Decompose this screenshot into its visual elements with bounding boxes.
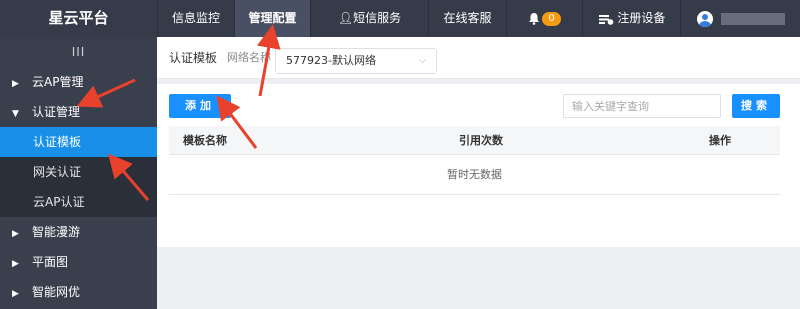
template-table: 模板名称 引用次数 操作 暂时无数据 [169, 126, 780, 195]
nav-notifications[interactable]: 0 [507, 0, 583, 37]
notification-badge: 0 [542, 11, 561, 26]
nav-online-service[interactable]: 在线客服 [429, 0, 507, 37]
caret-right-icon: ▶ [12, 259, 19, 269]
sidebar-item-network-optimize[interactable]: ▶ 智能网优 [0, 277, 157, 307]
nav-info-monitor[interactable]: 信息监控 [157, 0, 235, 37]
sidebar-item-label: 认证管理 [32, 105, 81, 119]
username-blurred [720, 12, 785, 25]
device-register-icon [598, 14, 613, 25]
caret-down-icon: ▼ [12, 109, 19, 119]
network-select-value: 577923-默认网络 [286, 54, 376, 67]
sidebar-item-label: 智能漫游 [32, 225, 81, 239]
sidebar-item-auth-manage[interactable]: ▼ 认证管理 [0, 97, 157, 127]
sidebar-item-smart-roaming[interactable]: ▶ 智能漫游 [0, 217, 157, 247]
chevron-down-icon: ⌵ [419, 56, 426, 66]
column-actions: 操作 [709, 134, 731, 147]
nav-sms-label: 短信服务 [353, 11, 402, 25]
page-title: 认证模板 [169, 51, 218, 65]
sidebar-item-label: 智能网优 [32, 285, 81, 299]
nav-register-device[interactable]: 注册设备 [583, 0, 681, 37]
sidebar: III ▶ 云AP管理 ▼ 认证管理 认证模板 网关认证 云AP认证 ▶ 智能漫游 ▶… [0, 37, 157, 309]
main-content: 认证模板 网络名称 577923-默认网络 ⌵ 添加 搜索 模板名称 引用次数 … [157, 37, 800, 309]
bell-icon [529, 13, 540, 25]
sidebar-item-label: 平面图 [32, 255, 69, 269]
avatar [696, 10, 713, 27]
add-button[interactable]: 添加 [169, 94, 231, 118]
sidebar-subitem-auth-template[interactable]: 认证模板 [0, 127, 157, 157]
sidebar-item-label: 云AP管理 [32, 75, 84, 89]
table-header: 模板名称 引用次数 操作 [169, 126, 780, 155]
brand-title: 星云平台 [48, 9, 109, 27]
search-input[interactable] [563, 94, 721, 118]
sidebar-item-cloud-ap[interactable]: ▶ 云AP管理 [0, 67, 157, 97]
network-select[interactable]: 577923-默认网络 ⌵ [275, 48, 437, 74]
caret-right-icon: ▶ [12, 79, 19, 89]
sidebar-item-floor-plan[interactable]: ▶ 平面图 [0, 247, 157, 277]
filter-bar: 认证模板 网络名称 577923-默认网络 ⌵ [157, 37, 800, 79]
sidebar-collapse-toggle[interactable]: III [0, 37, 157, 67]
user-icon: 👤︎ [337, 11, 354, 25]
search-button[interactable]: 搜索 [732, 94, 780, 118]
table-empty-state: 暂时无数据 [169, 155, 780, 195]
nav-user-menu[interactable] [681, 0, 800, 37]
sidebar-subitem-cloud-ap-auth[interactable]: 云AP认证 [0, 187, 157, 217]
caret-right-icon: ▶ [12, 289, 19, 299]
caret-right-icon: ▶ [12, 229, 19, 239]
nav-register-label: 注册设备 [617, 11, 666, 25]
column-reference-count: 引用次数 [459, 134, 503, 147]
template-panel: 添加 搜索 模板名称 引用次数 操作 暂时无数据 [157, 84, 800, 247]
nav-sms-service[interactable]: 👤︎短信服务 [311, 0, 429, 37]
network-name-label: 网络名称 [227, 51, 271, 64]
nav-manage-config[interactable]: 管理配置 [235, 0, 311, 37]
top-navbar: 星云平台 信息监控 管理配置 👤︎短信服务 在线客服 0 注册设备 [0, 0, 800, 37]
sidebar-subitem-gateway-auth[interactable]: 网关认证 [0, 157, 157, 187]
column-template-name: 模板名称 [183, 134, 227, 147]
